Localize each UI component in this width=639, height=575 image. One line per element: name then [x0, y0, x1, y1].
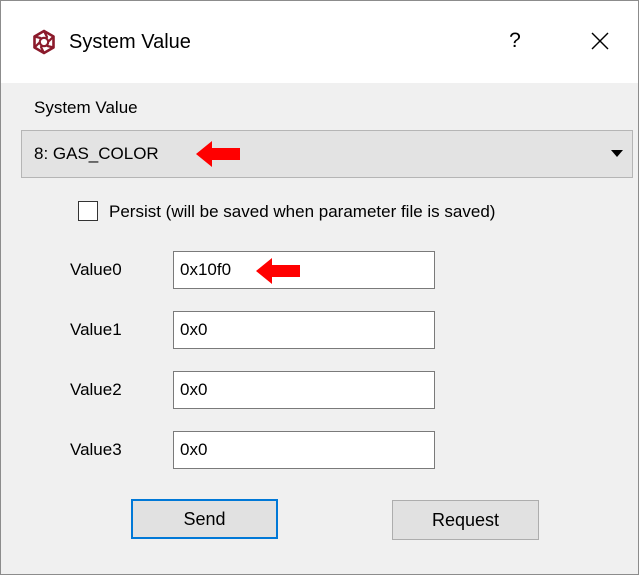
value2-input[interactable] [173, 371, 435, 409]
red-arrow-annotation-icon [256, 258, 300, 284]
red-arrow-annotation-icon [196, 141, 240, 167]
window-title: System Value [69, 31, 191, 53]
send-button[interactable]: Send [131, 499, 278, 539]
gear-app-icon [31, 29, 57, 55]
value1-label: Value1 [70, 320, 122, 339]
persist-label: Persist (will be saved when parameter fi… [109, 202, 496, 221]
value1-input[interactable] [173, 311, 435, 349]
system-value-label: System Value [34, 98, 138, 117]
value2-label: Value2 [70, 380, 122, 399]
chevron-down-icon [611, 150, 623, 157]
value0-label: Value0 [70, 260, 122, 279]
value3-input[interactable] [173, 431, 435, 469]
request-button[interactable]: Request [392, 500, 539, 540]
title-bar: System Value ? [1, 1, 638, 83]
system-value-dropdown[interactable]: 8: GAS_COLOR [21, 130, 633, 178]
value3-label: Value3 [70, 440, 122, 459]
system-value-selected: 8: GAS_COLOR [34, 144, 159, 163]
system-value-dialog: System Value ? System Value 8: GAS_COLOR… [0, 0, 639, 575]
close-icon [591, 32, 609, 50]
value0-input[interactable] [173, 251, 435, 289]
help-button[interactable]: ? [501, 23, 529, 59]
close-button[interactable] [579, 23, 621, 59]
persist-checkbox[interactable] [78, 201, 98, 221]
